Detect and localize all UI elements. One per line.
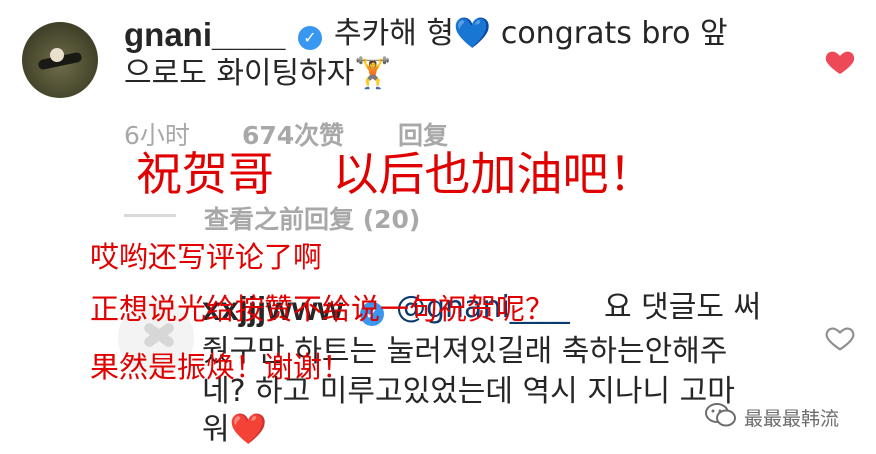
avatar-gnani[interactable] bbox=[22, 22, 98, 98]
comment-text-line1: 요 댓글도 써 bbox=[604, 290, 762, 325]
comment-text-line2: 으로도 화이팅하자🏋 bbox=[124, 56, 392, 91]
comment-text-line1: 추카해 형💙 congrats bro 앞 bbox=[334, 16, 728, 51]
avatar-figure-head bbox=[50, 48, 64, 62]
heart-outline-icon[interactable] bbox=[824, 322, 856, 354]
heart-filled-icon[interactable] bbox=[824, 46, 856, 78]
overlay-caption-main: 祝贺哥 以后也加油吧！ bbox=[136, 147, 655, 201]
overlay-line1: 哎哟还写评论了啊 bbox=[90, 240, 323, 274]
verified-badge-icon: ✓ bbox=[298, 26, 322, 50]
comment-text-line4: 워❤️ bbox=[202, 412, 267, 447]
wechat-icon bbox=[705, 403, 736, 427]
view-replies-link[interactable]: 查看之前回复 (20) bbox=[204, 200, 420, 236]
watermark-text: 最最最韩流 bbox=[744, 408, 840, 430]
overlay-line3: 果然是振焕！谢谢！ bbox=[90, 350, 352, 384]
overlay-line2: 正想说光给按赞不给说一句祝贺呢？ bbox=[90, 292, 555, 326]
comment-username[interactable]: gnani____ bbox=[124, 16, 285, 54]
replies-divider bbox=[124, 214, 176, 217]
